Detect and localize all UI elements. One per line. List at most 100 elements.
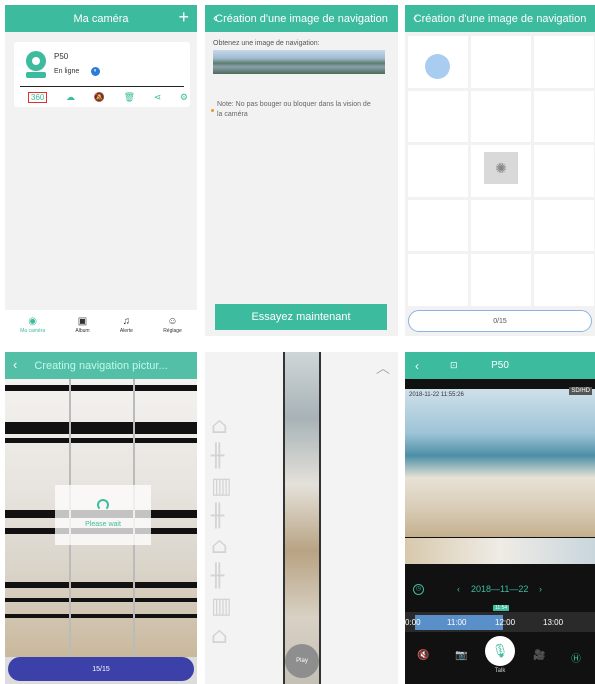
stripe [5,422,197,434]
header: ‹ ⊡ P50 [405,352,595,379]
chevron-up-icon[interactable]: ︿ [376,358,390,378]
camera-card[interactable]: P50 En ligne ◐ 360 ☁ 🔕 🗑 ⋖ ⚙ [14,42,190,107]
back-button[interactable]: ‹ [213,10,217,25]
wait-text: Please wait [85,521,121,528]
wait-overlay: Please wait [55,485,151,545]
header: ‹ Creating navigation pictur... [5,352,197,379]
next-date-button[interactable]: › [539,584,542,594]
record-icon[interactable]: 🎥 [533,650,545,661]
cloud-icon[interactable]: ☁ [66,92,75,103]
video-view[interactable] [405,389,595,537]
bell-icon: ♫ [122,316,131,327]
loading-spinner-icon [97,499,109,511]
tick-label: 13:00 [543,618,564,627]
share-icon[interactable]: ⋖ [154,92,162,103]
stripe [5,614,197,618]
panorama-preview [213,50,385,74]
note-text: Note: No pas bouger ou bloquer dans la v… [217,101,371,118]
back-button[interactable]: ‹ [413,10,417,25]
wifi-icon: ◐ [91,67,100,76]
grid-cell [471,254,531,306]
timeline-cursor: 11:54 [493,605,510,611]
grid-cell [534,199,594,252]
try-now-button[interactable]: Essayez maintenant [215,304,387,330]
tab-label: Alerte [119,328,133,334]
device-toolbar: 360 ☁ 🔕 🗑 ⋖ ⚙ [28,90,188,104]
bottom-tab-bar: ◉ Ma caméra ▣ Album ♫ Alerte ☺ Réglage [5,310,197,336]
bell-off-icon[interactable]: 🔕 [94,92,105,103]
creating-navigation-screen: ‹ Creating navigation pictur... Please w… [5,352,197,684]
grid-cell [408,254,468,306]
grid-cell [471,199,531,252]
add-camera-button[interactable]: + [178,7,189,28]
page-title: Création d'une image de navigation [413,12,587,25]
gear-icon[interactable]: ⚙ [180,92,188,103]
tab-ma-camera[interactable]: ◉ Ma caméra [20,316,45,334]
clock-icon[interactable]: ◷ [413,584,424,595]
timestamp: 2018-11-22 11:55:26 [409,392,464,398]
lock-icon[interactable]: ⊡ [450,360,458,371]
sketch-illustration: ⌂ ╫ ▥ ╫ ⌂ ╫ ▥ ⌂ [211,414,232,649]
mute-icon[interactable]: 🔇 [417,650,429,661]
play-button[interactable]: Play [285,644,319,678]
divider [20,86,184,87]
strip-frame [283,352,321,684]
grid-cell [534,145,594,197]
trash-icon[interactable]: 🗑 [124,92,135,103]
header: ‹ Création d'une image de navigation [205,5,398,32]
bullet-icon [211,109,214,112]
talk-button[interactable]: 🎙 [485,636,515,666]
grid-cell [408,90,468,143]
talk-label: Talk [494,668,506,674]
microphone-icon: 🎙 [491,643,509,658]
grid-cell [471,36,531,88]
stripe [5,582,197,588]
tab-reglage[interactable]: ☺ Réglage [163,316,182,334]
back-button[interactable]: ‹ [415,359,419,373]
loading-spinner-icon: ✺ [484,152,518,184]
grid-cell [534,36,594,88]
page-title: Ma caméra [73,12,129,25]
tick-label: 12:00 [495,618,516,627]
grid-cell [534,90,594,143]
grid-cell [408,199,468,252]
header: Ma caméra + [5,5,197,32]
device-status: En ligne [54,68,80,75]
camera-base-icon [26,72,46,78]
panorama-360-button[interactable]: 360 [28,91,48,103]
tick-label: 0:00 [405,618,421,627]
page-title: P50 [491,360,509,371]
header: ‹ Création d'une image de navigation [405,5,595,32]
capture-grid-screen: ‹ Création d'une image de navigation ✺ 0… [405,5,595,336]
tab-album[interactable]: ▣ Album [75,316,89,334]
stripe [5,385,197,391]
page-title: Creating navigation pictur... [34,359,168,372]
stripe [5,438,197,443]
device-name: P50 [54,52,69,61]
tab-label: Ma caméra [20,328,46,334]
tab-label: Réglage [163,328,182,334]
tab-label: Album [75,328,90,334]
panorama-strip-screen: ⌂ ╫ ▥ ╫ ⌂ ╫ ▥ ⌂ ︿ Play [205,352,398,684]
panorama-label: Obtenez une image de navigation: [213,40,320,47]
position-marker [425,54,450,79]
user-icon: ☺ [167,316,178,327]
timeline[interactable]: 0:00 11:00 12:00 13:00 [405,612,595,632]
quality-toggle[interactable]: SD/HD [569,387,592,395]
stripe [5,598,197,602]
camera-list-screen: Ma caméra + P50 En ligne ◐ 360 ☁ 🔕 🗑 ⋖ ⚙… [5,5,197,336]
hd-icon[interactable]: Ⓗ [571,650,581,665]
tab-alerte[interactable]: ♫ Alerte [120,316,133,334]
prev-date-button[interactable]: ‹ [457,584,460,594]
panorama-thumbnail[interactable] [405,538,595,564]
grid-cell [471,90,531,143]
progress-pill: 15/15 [8,657,194,681]
date-label: 2018—11—22 [471,584,529,594]
snapshot-icon[interactable]: 📷 [455,650,467,661]
playback-screen: ‹ ⊡ P50 2018-11-22 11:55:26 SD/HD ◷ ‹ 20… [405,352,595,684]
back-button[interactable]: ‹ [13,357,17,372]
page-title: Création d'une image de navigation [215,12,388,25]
camera-icon: ◉ [28,316,37,327]
navigation-intro-screen: ‹ Création d'une image de navigation Obt… [205,5,398,336]
tick-label: 11:00 [447,618,467,627]
